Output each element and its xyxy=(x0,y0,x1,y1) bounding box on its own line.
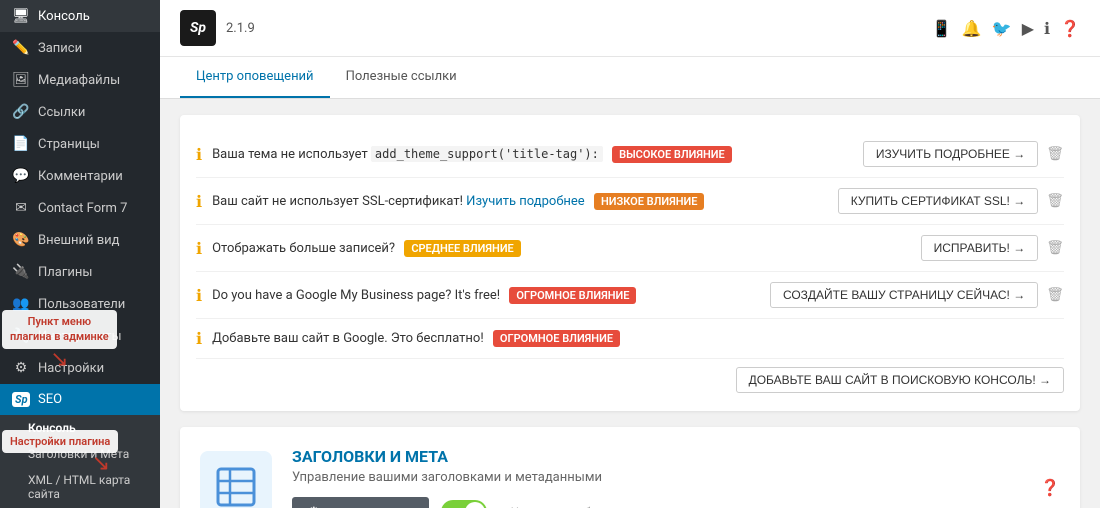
bell-icon[interactable]: 🔔 xyxy=(962,19,982,38)
toggle-switch[interactable] xyxy=(441,500,487,508)
btn-fix-3[interactable]: ИСПРАВИТЬ! → xyxy=(921,235,1039,261)
notif-icon-5: ℹ xyxy=(196,329,202,348)
notif-text-2: Ваш сайт не использует SSL-сертификат! И… xyxy=(212,193,704,210)
notif-text-3: Отображать больше записей? СРЕДНЕЕ ВЛИЯН… xyxy=(212,240,521,257)
notif-text-4: Do you have a Google My Business page? I… xyxy=(212,287,636,304)
sidebar-item-pages[interactable]: 📄 Страницы xyxy=(0,128,160,160)
badge-5: ОГРОМНОЕ ВЛИЯНИЕ xyxy=(493,330,620,347)
top-bar: Sp 2.1.9 📱 🔔 🐦 ▶ ℹ ❓ xyxy=(160,0,1100,57)
plugin-info: ЗАГОЛОВКИ И МЕТА Управление вашими загол… xyxy=(292,447,1020,508)
plugin-section: ЗАГОЛОВКИ И МЕТА Управление вашими загол… xyxy=(180,427,1080,508)
seo-submenu: Консоль Заголовки и Мета XML / HTML карт… xyxy=(0,415,160,508)
version-text: 2.1.9 xyxy=(226,21,255,36)
posts-icon: ✏️ xyxy=(12,40,30,56)
tab-notifications[interactable]: Центр оповещений xyxy=(180,57,330,98)
sub-item-xml-html[interactable]: XML / HTML карта сайта xyxy=(0,467,160,507)
top-bar-left: Sp 2.1.9 xyxy=(180,10,255,46)
btn-learn-more-1[interactable]: ИЗУЧИТЬ ПОДРОБНЕЕ → xyxy=(863,141,1038,167)
seo-icon: Sp xyxy=(12,392,30,407)
badge-3: СРЕДНЕЕ ВЛИЯНИЕ xyxy=(404,240,520,257)
sidebar-item-settings[interactable]: ⚙ Настройки xyxy=(0,352,160,384)
notification-row-1: ℹ Ваша тема не использует add_theme_supp… xyxy=(196,131,1064,178)
sidebar-item-console[interactable]: 🖥 Консоль xyxy=(0,0,160,32)
pages-icon: 📄 xyxy=(12,136,30,152)
sp-logo: Sp xyxy=(180,10,216,46)
trash-icon-4[interactable]: 🗑 xyxy=(1046,287,1064,303)
contact-icon: ✉ xyxy=(12,200,30,216)
table-icon xyxy=(214,465,258,508)
tabs-bar: Центр оповещений Полезные ссылки xyxy=(160,57,1100,99)
video-icon[interactable]: ▶ xyxy=(1022,19,1034,38)
btn-buy-ssl[interactable]: КУПИТЬ СЕРТИФИКАТ SSL! → xyxy=(838,188,1038,214)
mobile-icon[interactable]: 📱 xyxy=(932,19,952,38)
notif-icon-2: ℹ xyxy=(196,192,202,211)
notification-row-3: ℹ Отображать больше записей? СРЕДНЕЕ ВЛИ… xyxy=(196,225,1064,272)
section-help-icon[interactable]: ❓ xyxy=(1040,478,1060,497)
trash-icon-3[interactable]: 🗑 xyxy=(1046,240,1064,256)
sidebar-item-media[interactable]: 🖼 Медиафайлы xyxy=(0,64,160,96)
sidebar: 🖥 Консоль ✏️ Записи 🖼 Медиафайлы 🔗 Ссылк… xyxy=(0,0,160,508)
sidebar-item-tools[interactable]: 🔧 Инструменты xyxy=(0,320,160,352)
twitter-icon[interactable]: 🐦 xyxy=(992,19,1012,38)
plugin-icon-box xyxy=(200,451,272,508)
settings-icon: ⚙ xyxy=(12,360,30,376)
appearance-icon: 🎨 xyxy=(12,232,30,248)
sub-item-headers-meta[interactable]: Заголовки и Мета xyxy=(0,441,160,467)
btn-manage[interactable]: ⚙ УПРАВЛЕНИЕ xyxy=(292,497,429,508)
plugins-icon: 🔌 xyxy=(12,264,30,280)
gear-icon: ⚙ xyxy=(308,504,320,508)
main-content: Sp 2.1.9 📱 🔔 🐦 ▶ ℹ ❓ Центр оповещений По… xyxy=(160,0,1100,508)
info-icon[interactable]: ℹ xyxy=(1044,19,1050,38)
links-icon: 🔗 xyxy=(12,104,30,120)
sidebar-item-seo[interactable]: Sp SEO xyxy=(0,384,160,415)
sidebar-item-comments[interactable]: 💬 Комментарии xyxy=(0,160,160,192)
ssl-link[interactable]: Изучить подробнее xyxy=(466,194,585,209)
toggle-container: ← Нажмите, чтобы отключить xyxy=(441,500,662,508)
content-area: ℹ Ваша тема не использует add_theme_supp… xyxy=(160,99,1100,508)
trash-icon-2[interactable]: 🗑 xyxy=(1046,193,1064,209)
notif-icon-1: ℹ xyxy=(196,145,202,164)
btn-add-to-search[interactable]: ДОБАВЬТЕ ВАШ САЙТ В ПОИСКОВУЮ КОНСОЛЬ! → xyxy=(736,367,1064,393)
notification-row-4: ℹ Do you have a Google My Business page?… xyxy=(196,272,1064,319)
notif-text-5: Добавьте ваш сайт в Google. Это бесплатн… xyxy=(212,330,620,347)
users-icon: 👥 xyxy=(12,296,30,312)
notif-icon-4: ℹ xyxy=(196,286,202,305)
plugin-title: ЗАГОЛОВКИ И МЕТА xyxy=(292,447,1020,466)
sub-item-konsole[interactable]: Консоль xyxy=(0,415,160,441)
btn-create-page[interactable]: СОЗДАЙТЕ ВАШУ СТРАНИЦУ СЕЙЧАС! → xyxy=(770,282,1038,308)
tools-icon: 🔧 xyxy=(12,328,30,344)
top-bar-icons: 📱 🔔 🐦 ▶ ℹ ❓ xyxy=(932,19,1080,38)
notif-text-1: Ваша тема не использует add_theme_suppor… xyxy=(212,146,732,163)
help-icon[interactable]: ❓ xyxy=(1060,19,1080,38)
tab-useful-links[interactable]: Полезные ссылки xyxy=(330,57,473,98)
notification-row-5: ℹ Добавьте ваш сайт в Google. Это беспла… xyxy=(196,319,1064,359)
badge-1: ВЫСОКОЕ ВЛИЯНИЕ xyxy=(612,146,732,163)
badge-2: НИЗКОЕ ВЛИЯНИЕ xyxy=(594,193,705,210)
notification-row-2: ℹ Ваш сайт не использует SSL-сертификат!… xyxy=(196,178,1064,225)
sidebar-item-users[interactable]: 👥 Пользователи xyxy=(0,288,160,320)
media-icon: 🖼 xyxy=(12,72,30,88)
sidebar-item-plugins[interactable]: 🔌 Плагины xyxy=(0,256,160,288)
notifications-card: ℹ Ваша тема не использует add_theme_supp… xyxy=(180,115,1080,411)
comments-icon: 💬 xyxy=(12,168,30,184)
sidebar-item-contact[interactable]: ✉ Contact Form 7 xyxy=(0,192,160,224)
plugin-desc: Управление вашими заголовками и метаданн… xyxy=(292,470,1020,485)
plugin-actions: ⚙ УПРАВЛЕНИЕ ← Нажмите, чтобы отключить xyxy=(292,497,1020,508)
sidebar-item-appearance[interactable]: 🎨 Внешний вид xyxy=(0,224,160,256)
sidebar-item-posts[interactable]: ✏️ Записи xyxy=(0,32,160,64)
badge-4: ОГРОМНОЕ ВЛИЯНИЕ xyxy=(509,287,636,304)
console-icon: 🖥 xyxy=(12,8,30,24)
notif-icon-3: ℹ xyxy=(196,239,202,258)
sidebar-item-links[interactable]: 🔗 Ссылки xyxy=(0,96,160,128)
trash-icon-1[interactable]: 🗑 xyxy=(1046,146,1064,162)
